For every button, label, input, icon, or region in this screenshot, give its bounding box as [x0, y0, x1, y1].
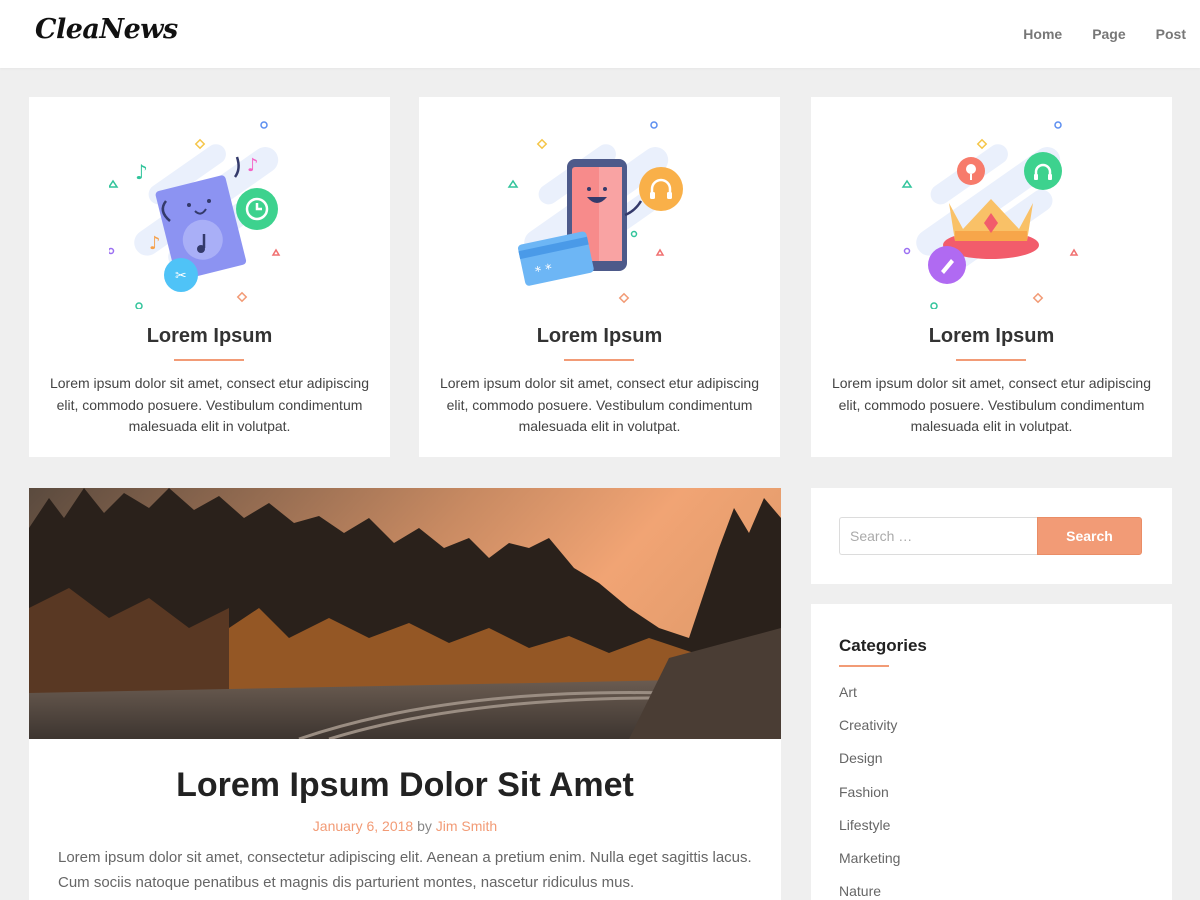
forest-railway-sunset-photo[interactable] — [29, 488, 781, 739]
post-author[interactable]: Jim Smith — [436, 818, 497, 834]
category-link[interactable]: Creativity — [839, 717, 900, 750]
category-link[interactable]: Design — [839, 750, 900, 783]
category-link[interactable]: Art — [839, 684, 900, 717]
svg-text:✂: ✂ — [175, 268, 187, 284]
title-underline — [839, 665, 889, 667]
widget-title: Categories — [839, 636, 927, 655]
site-logo[interactable]: CleaNews — [35, 14, 178, 45]
feature-title: Lorem Ipsum — [536, 325, 663, 347]
svg-text:♪: ♪ — [135, 160, 148, 184]
nav-home[interactable]: Home — [1023, 26, 1062, 42]
feature-text: Lorem ipsum dolor sit amet, consect etur… — [831, 375, 1152, 434]
title-underline — [956, 359, 1026, 361]
feature-card: ✂ ♪ ♪ ♪ Lorem Ipsum Lorem ipsum dolor si… — [29, 97, 390, 457]
search-button[interactable]: Search — [1037, 517, 1142, 555]
post-excerpt: Lorem ipsum dolor sit amet, consectetur … — [58, 849, 752, 891]
category-link[interactable]: Marketing — [839, 850, 900, 883]
svg-text:♪: ♪ — [149, 233, 161, 254]
site-header: CleaNews Home Page Post — [0, 0, 1200, 68]
post-meta: January 6, 2018 by Jim Smith — [29, 818, 781, 834]
feature-text: Lorem ipsum dolor sit amet, consect etur… — [439, 375, 760, 434]
feature-text: Lorem ipsum dolor sit amet, consect etur… — [49, 375, 370, 434]
svg-text:♪: ♪ — [247, 155, 259, 176]
post-title[interactable]: Lorem Ipsum Dolor Sit Amet — [29, 766, 781, 805]
nav-page[interactable]: Page — [1092, 26, 1125, 42]
music-document-illustration: ✂ ♪ ♪ ♪ — [109, 121, 281, 309]
feature-card: Lorem Ipsum Lorem ipsum dolor sit amet, … — [811, 97, 1172, 457]
category-link[interactable]: Lifestyle — [839, 817, 900, 850]
feature-card: * * Lorem Ipsum Lorem ipsum dolor sit am… — [419, 97, 780, 457]
feature-title: Lorem Ipsum — [928, 325, 1055, 347]
category-link[interactable]: Nature — [839, 883, 900, 900]
crown-illustration — [901, 121, 1079, 309]
main-nav: Home Page Post — [993, 0, 1186, 68]
title-underline — [174, 359, 244, 361]
search-input[interactable] — [839, 517, 1037, 555]
search-widget: Search — [811, 488, 1172, 584]
smartphone-headphones-illustration: * * — [507, 121, 683, 304]
title-underline — [564, 359, 634, 361]
feature-title: Lorem Ipsum — [146, 325, 273, 347]
blog-post: Lorem Ipsum Dolor Sit Amet January 6, 20… — [29, 488, 781, 900]
category-link[interactable]: Fashion — [839, 784, 900, 817]
nav-post[interactable]: Post — [1156, 26, 1186, 42]
category-list: Art Creativity Design Fashion Lifestyle … — [839, 684, 900, 900]
categories-widget: Categories Art Creativity Design Fashion… — [811, 604, 1172, 900]
post-date[interactable]: January 6, 2018 — [313, 818, 413, 834]
post-by-label: by — [417, 818, 432, 834]
